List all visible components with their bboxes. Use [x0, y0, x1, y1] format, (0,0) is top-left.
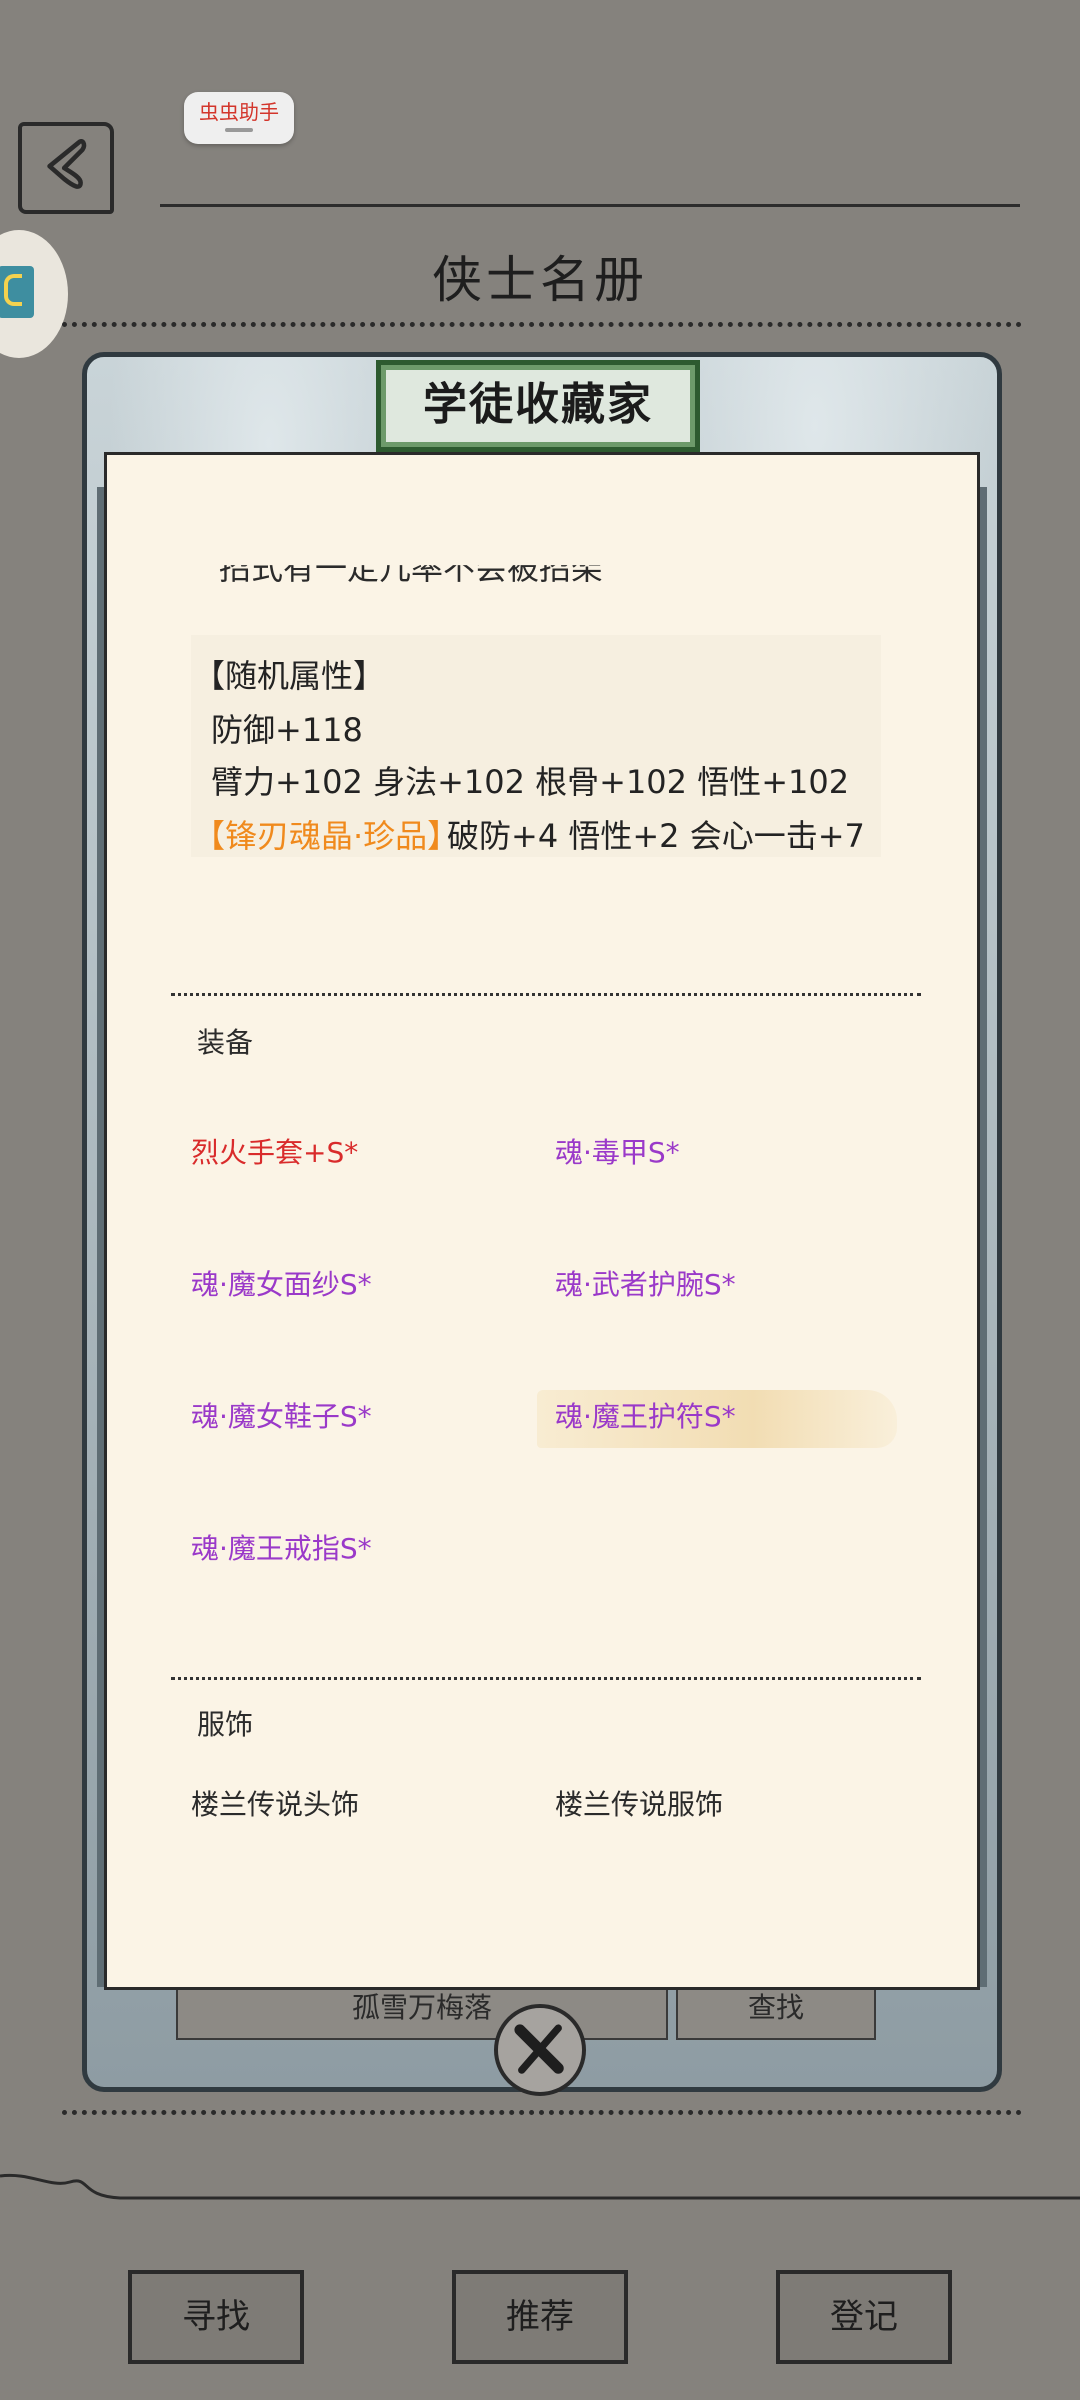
equipment-label: 装备 [197, 1026, 254, 1059]
wave-divider [0, 2173, 1080, 2200]
search-button[interactable]: 查找 [676, 1990, 876, 2040]
lower-divider [62, 2110, 1022, 2115]
close-modal-button[interactable] [494, 2004, 586, 2096]
search-input[interactable]: 孤雪万梅落 [176, 1990, 668, 2040]
gem-effect: 破防+4 悟性+2 会心一击+7 [447, 817, 865, 855]
helper-label: 虫虫助手 [199, 100, 279, 124]
clothing-label: 服饰 [197, 1708, 254, 1741]
back-button[interactable] [18, 122, 114, 214]
equipment-item[interactable]: 烈火手套+S* [191, 1131, 358, 1171]
header-divider [160, 204, 1020, 207]
clothing-item[interactable]: 楼兰传说头饰 [191, 1783, 359, 1823]
equipment-item[interactable]: 魂·魔女面纱S* [191, 1263, 372, 1303]
section-divider [171, 993, 921, 996]
page-title: 侠士名册 [432, 251, 648, 309]
equipment-item[interactable]: 魂·魔女鞋子S* [191, 1395, 372, 1435]
defense-stat: 防御+118 [211, 711, 363, 749]
equipment-item[interactable]: 魂·魔王护符S* [555, 1395, 736, 1435]
main-stats: 臂力+102 身法+102 根骨+102 悟性+102 [211, 763, 850, 801]
helper-pill[interactable]: 虫虫助手 [184, 92, 294, 144]
gem-name: 【锋刃魂晶·珍品】 [193, 817, 460, 855]
equipment-item[interactable]: 魂·魔王戒指S* [191, 1527, 372, 1567]
back-arrow-icon [47, 139, 87, 189]
nav-register-button[interactable]: 登记 [776, 2270, 952, 2364]
section-divider [171, 1677, 921, 1680]
modal-title-plaque: 学徒收藏家 [376, 360, 700, 452]
equipment-item[interactable]: 魂·毒甲S* [555, 1131, 680, 1171]
title-divider [62, 322, 1022, 327]
equipment-item[interactable]: 魂·武者护腕S* [555, 1263, 736, 1303]
truncated-text: 招式有一定几率不会被招架 [219, 549, 604, 587]
nav-find-button[interactable]: 寻找 [128, 2270, 304, 2364]
detail-panel[interactable]: 招式有一定几率不会被招架 【随机属性】 防御+118 臂力+102 身法+102… [104, 452, 980, 1990]
random-attr-heading: 【随机属性】 [193, 657, 386, 695]
modal-title: 学徒收藏家 [423, 379, 653, 430]
close-icon [514, 2024, 564, 2074]
nav-recommend-button[interactable]: 推荐 [452, 2270, 628, 2364]
clothing-item[interactable]: 楼兰传说服饰 [555, 1783, 723, 1823]
